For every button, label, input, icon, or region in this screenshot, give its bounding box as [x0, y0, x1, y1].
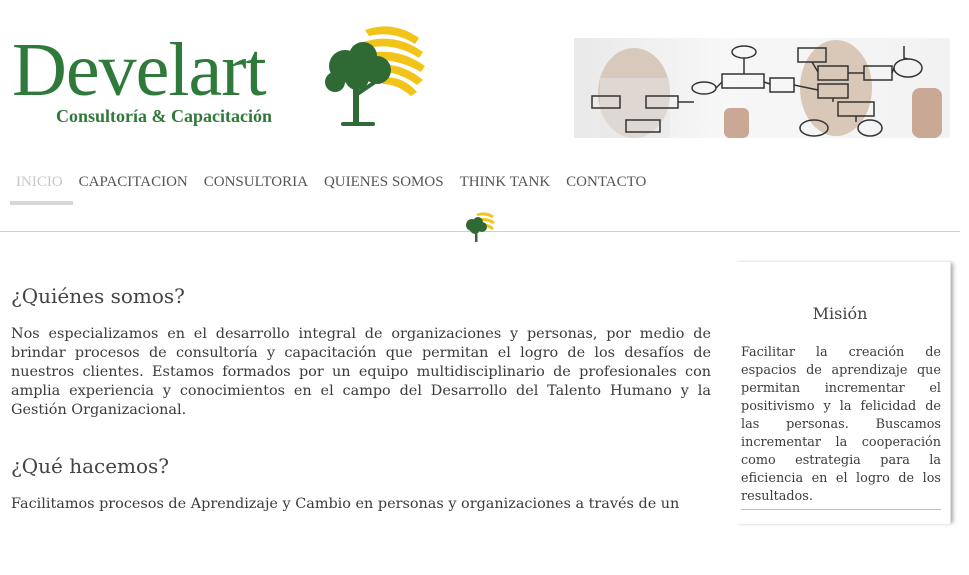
nav-item-quienes-somos[interactable]: QUIENES SOMOS — [318, 170, 454, 201]
mission-divider — [741, 509, 941, 510]
section-text-quienes-somos: Nos especializamos en el desarrollo inte… — [11, 326, 711, 418]
mission-text: Facilitar la creación de espacios de apr… — [741, 345, 941, 504]
section-text-que-hacemos: Facilitamos procesos de Aprendizaje y Ca… — [11, 496, 680, 512]
mission-title: Misión — [812, 304, 868, 323]
mission-sidebar: Misión Facilitar la creación de espacios… — [734, 262, 951, 524]
section-title-quienes-somos: ¿Quiénes somos? — [11, 284, 185, 308]
tree-sun-logo-icon — [325, 26, 425, 126]
nav-item-capacitacion[interactable]: CAPACITACION — [73, 170, 198, 201]
nav-item-inicio[interactable]: INICIO — [10, 170, 73, 205]
main-nav: INICIO CAPACITACION CONSULTORIA QUIENES … — [10, 170, 656, 205]
logo-wordmark: Develart — [12, 28, 267, 112]
logo-tagline: Consultoría & Capacitación — [56, 106, 272, 126]
header-banner-image — [574, 38, 950, 138]
flowchart-banner-image — [591, 40, 942, 138]
main-content: ¿Quiénes somos? Nos especializamos en el… — [11, 284, 711, 514]
section-title-que-hacemos: ¿Qué hacemos? — [11, 454, 170, 478]
nav-item-contacto[interactable]: CONTACTO — [560, 170, 656, 201]
nav-item-consultoria[interactable]: CONSULTORIA — [198, 170, 318, 201]
nav-item-think-tank[interactable]: THINK TANK — [454, 170, 561, 201]
site-logo[interactable]: Develart Consultoría & Capacitación — [10, 22, 430, 132]
tree-sun-logo-icon — [466, 212, 495, 242]
